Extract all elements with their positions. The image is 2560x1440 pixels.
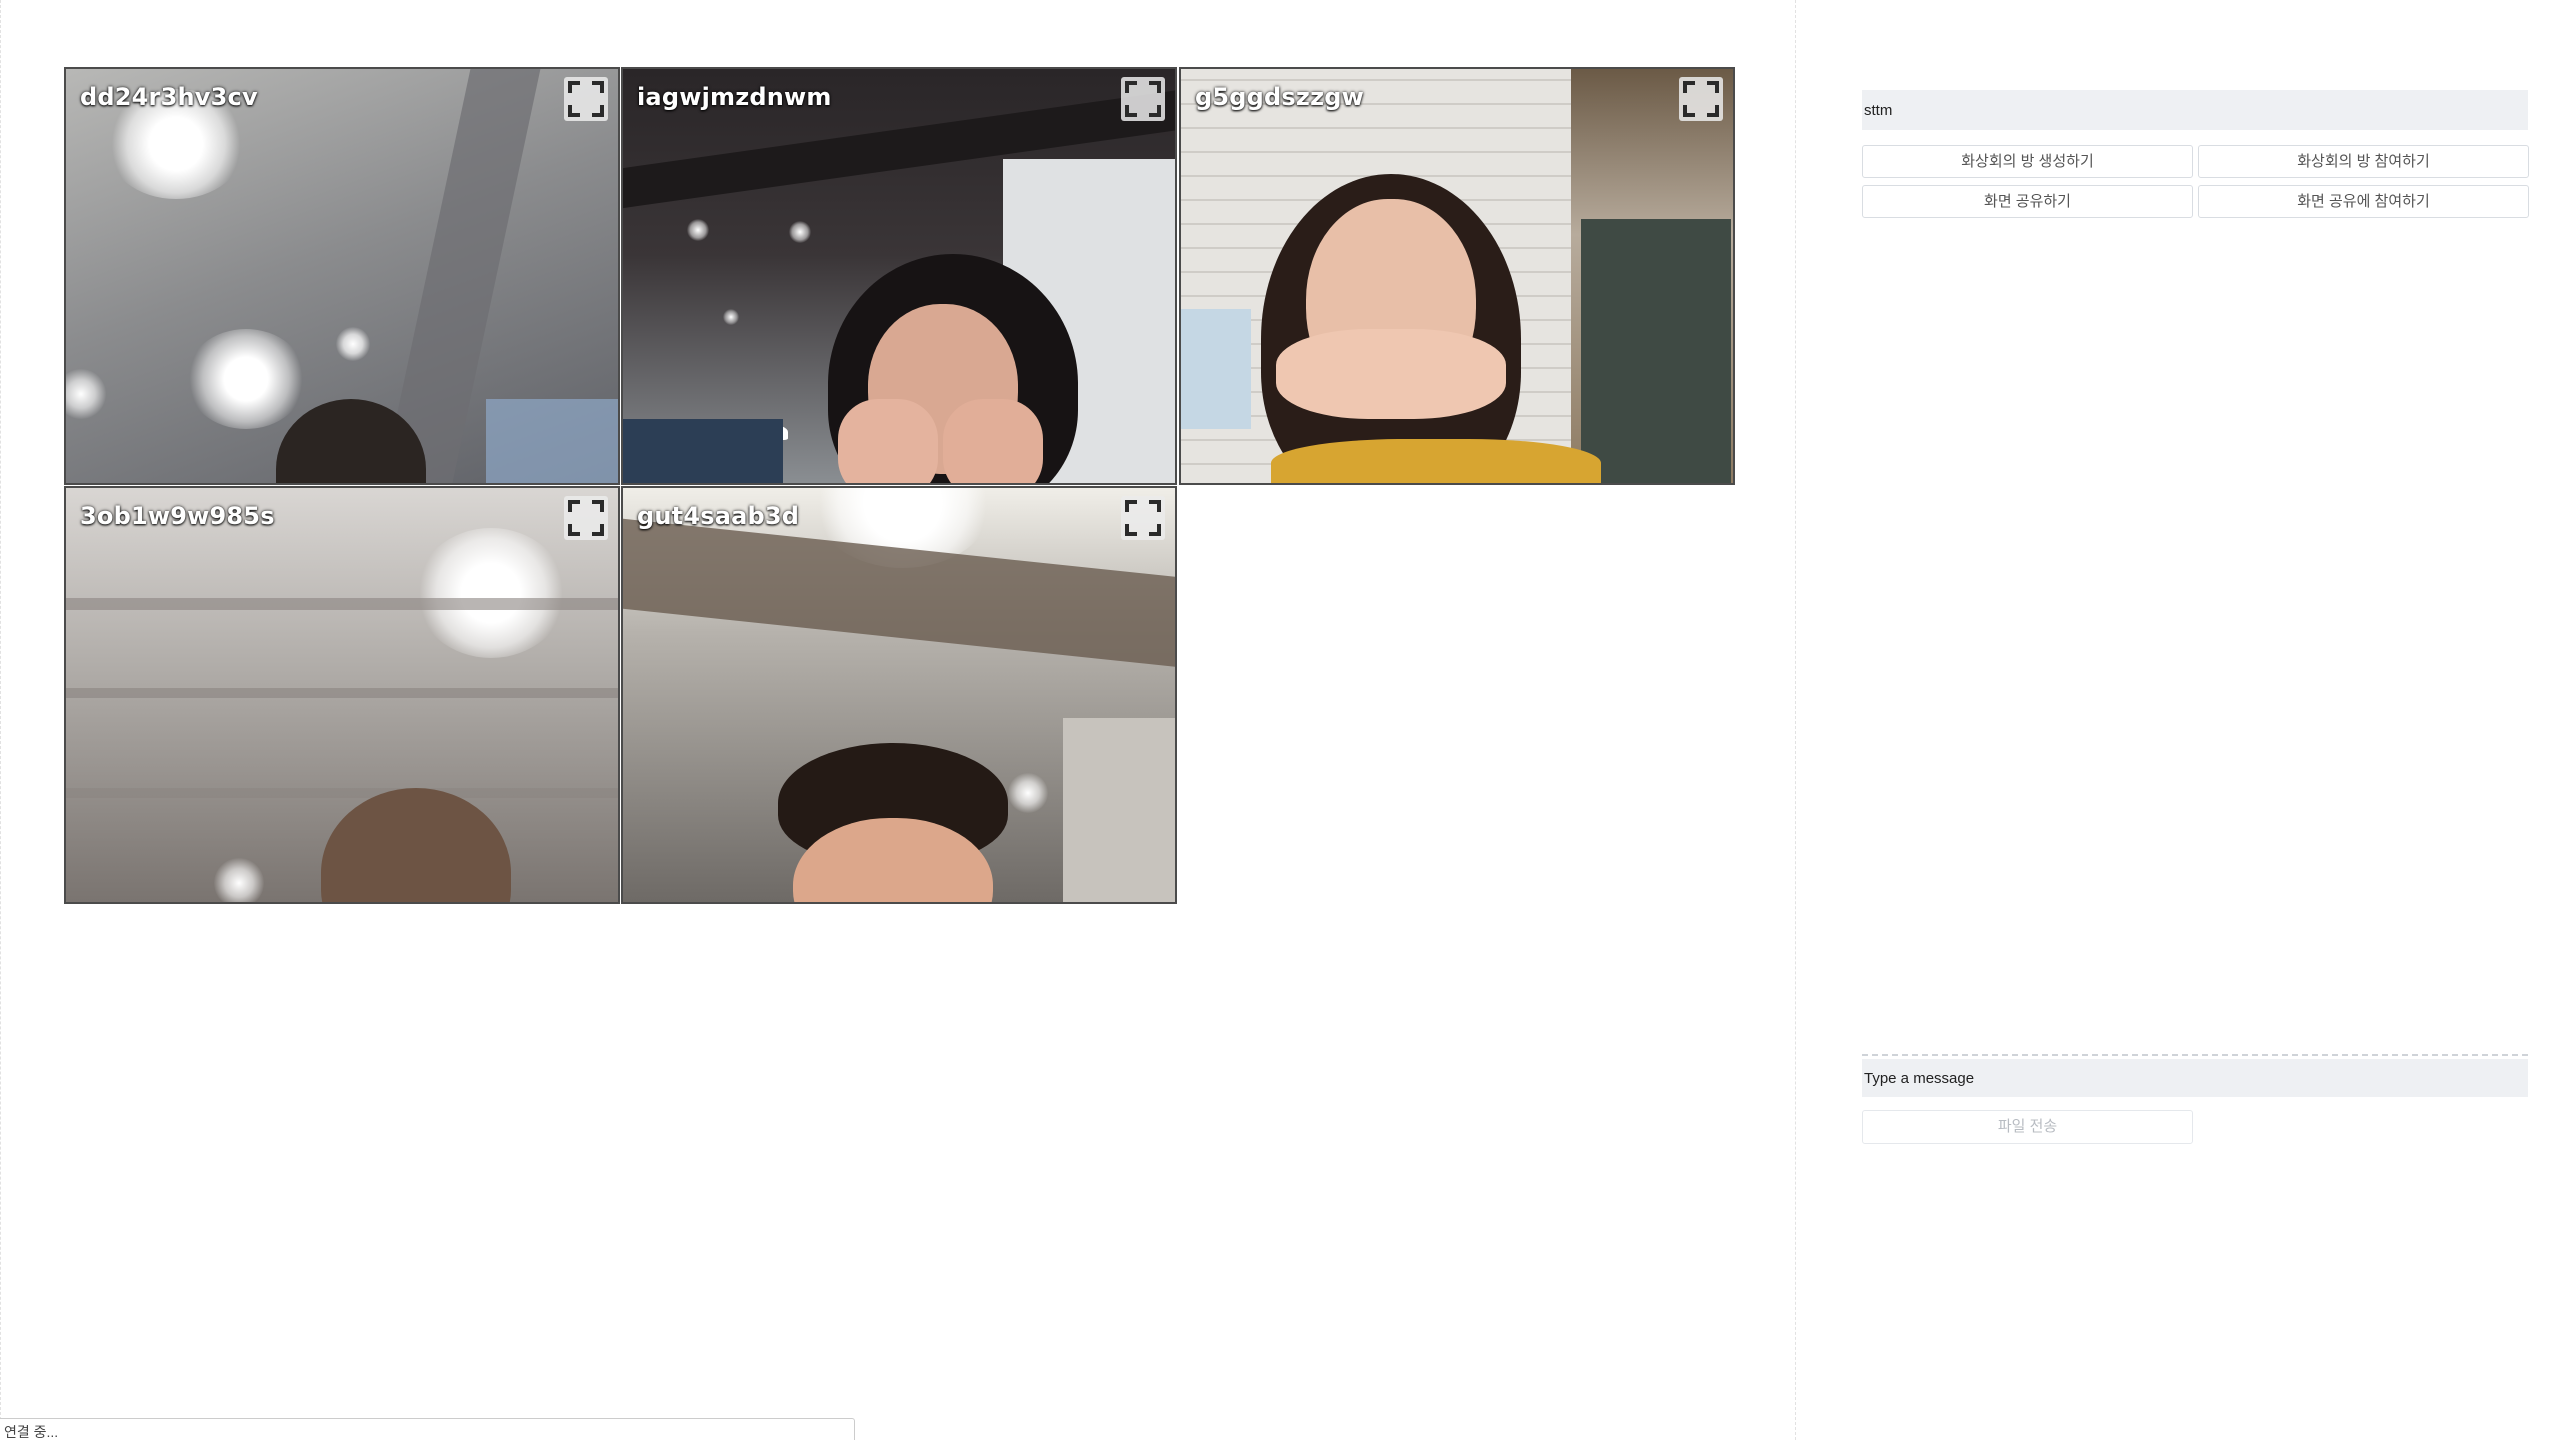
ceiling-light bbox=[66, 369, 106, 419]
person-head bbox=[321, 788, 511, 902]
window bbox=[623, 419, 783, 483]
fullscreen-icon bbox=[1683, 81, 1719, 117]
video-tile[interactable]: g5ggdszzgw bbox=[1179, 67, 1735, 485]
participant-name: 3ob1w9w985s bbox=[80, 502, 275, 530]
ceiling-beam bbox=[66, 688, 618, 698]
video-tile[interactable]: gut4saab3d bbox=[621, 486, 1177, 904]
wall bbox=[1063, 718, 1175, 902]
message-input[interactable] bbox=[1862, 1059, 2528, 1097]
fullscreen-icon bbox=[1125, 81, 1161, 117]
fullscreen-button[interactable] bbox=[1121, 77, 1165, 121]
video-tile[interactable]: dd24r3hv3cv bbox=[64, 67, 620, 485]
video-tile[interactable]: 3ob1w9w985s bbox=[64, 486, 620, 904]
create-room-button[interactable]: 화상회의 방 생성하기 bbox=[1862, 145, 2193, 178]
spot-light bbox=[789, 221, 811, 243]
fullscreen-button[interactable] bbox=[564, 496, 608, 540]
ceiling-light bbox=[214, 858, 264, 902]
person-hands bbox=[1276, 329, 1506, 419]
share-screen-button[interactable]: 화면 공유하기 bbox=[1862, 185, 2193, 218]
person-hand bbox=[838, 399, 938, 483]
ceiling-beam bbox=[66, 598, 618, 610]
room-name-display: sttm bbox=[1862, 90, 2528, 130]
person-hand bbox=[943, 399, 1043, 483]
doorway bbox=[1581, 219, 1731, 483]
fullscreen-icon bbox=[568, 500, 604, 536]
ceiling-beam bbox=[66, 788, 618, 798]
status-bar: 연결 중... bbox=[0, 1418, 855, 1440]
participant-name: g5ggdszzgw bbox=[1195, 83, 1364, 111]
ceiling-light bbox=[336, 327, 370, 361]
ceiling-light bbox=[186, 329, 306, 429]
participant-name: dd24r3hv3cv bbox=[80, 83, 258, 111]
join-room-button[interactable]: 화상회의 방 참여하기 bbox=[2198, 145, 2529, 178]
fullscreen-button[interactable] bbox=[1679, 77, 1723, 121]
fullscreen-icon bbox=[568, 81, 604, 117]
chat-separator bbox=[1862, 1054, 2528, 1056]
spot-light bbox=[687, 219, 709, 241]
participant-name: gut4saab3d bbox=[637, 502, 800, 530]
app-window: dd24r3hv3cv iagwjmzdnwm g5ggdszzgw 3ob1w… bbox=[0, 0, 2560, 1440]
window bbox=[486, 399, 618, 483]
yellow-shirt bbox=[1271, 439, 1601, 483]
fullscreen-icon bbox=[1125, 500, 1161, 536]
ceiling-light bbox=[416, 528, 566, 658]
file-send-button[interactable]: 파일 전송 bbox=[1862, 1110, 2193, 1144]
left-edge-line bbox=[0, 0, 1, 1440]
spot-light bbox=[1008, 773, 1048, 813]
panel-divider bbox=[1795, 0, 1796, 1440]
participant-name: iagwjmzdnwm bbox=[637, 83, 832, 111]
spot-light bbox=[723, 309, 739, 325]
connection-status: 연결 중... bbox=[4, 1424, 59, 1440]
fullscreen-button[interactable] bbox=[564, 77, 608, 121]
video-tile[interactable]: iagwjmzdnwm bbox=[621, 67, 1177, 485]
fullscreen-button[interactable] bbox=[1121, 496, 1165, 540]
join-screen-share-button[interactable]: 화면 공유에 참여하기 bbox=[2198, 185, 2529, 218]
window bbox=[1181, 309, 1251, 429]
